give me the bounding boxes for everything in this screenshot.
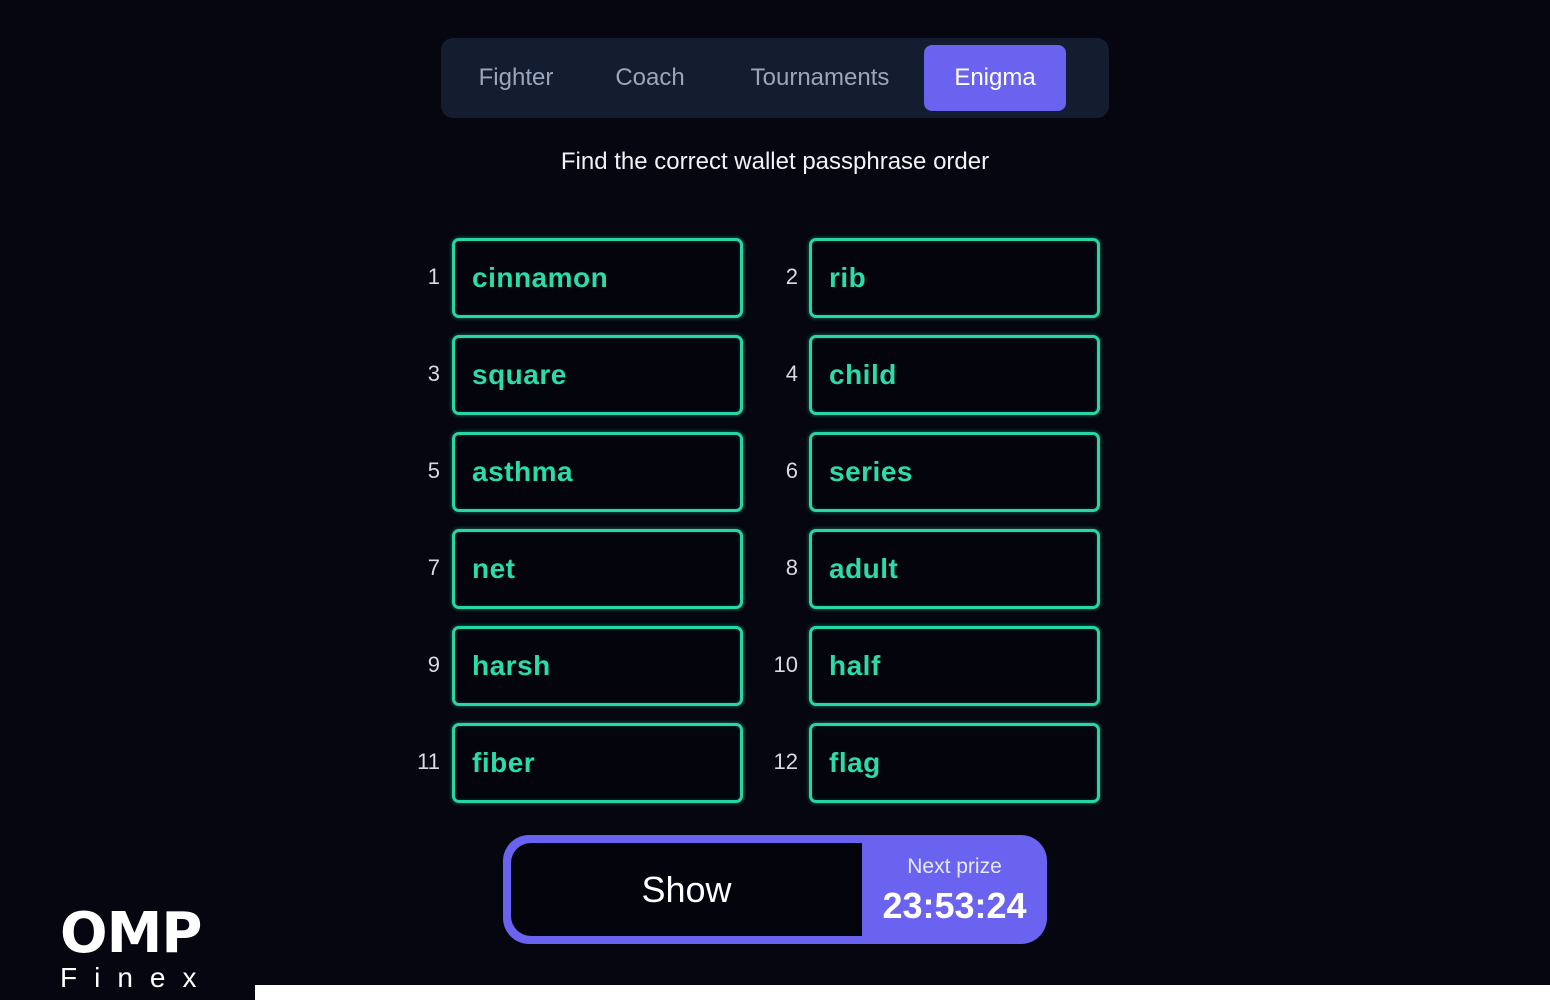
word-text: series bbox=[829, 456, 913, 487]
tab-fighter[interactable]: Fighter bbox=[449, 45, 583, 111]
word-text: adult bbox=[829, 553, 899, 584]
word-number: 2 bbox=[785, 264, 798, 289]
word-number: 7 bbox=[427, 555, 440, 580]
word-slot[interactable]: child bbox=[809, 335, 1100, 415]
logo-name: Finex bbox=[60, 962, 214, 993]
word-slot[interactable]: harsh bbox=[452, 626, 743, 706]
word-number: 5 bbox=[427, 458, 440, 483]
word-slot[interactable]: fiber bbox=[452, 723, 743, 803]
word-slot[interactable]: series bbox=[809, 432, 1100, 512]
word-text: fiber bbox=[472, 747, 536, 778]
show-button[interactable]: Show bbox=[511, 843, 862, 936]
word-text: square bbox=[472, 359, 567, 390]
next-prize-timer: 23:53:24 bbox=[882, 885, 1027, 926]
word-text: child bbox=[829, 359, 897, 390]
word-number: 10 bbox=[773, 652, 798, 677]
tab-tournaments[interactable]: Tournaments bbox=[721, 45, 919, 111]
word-text: cinnamon bbox=[472, 262, 609, 293]
word-number: 4 bbox=[785, 361, 798, 386]
omp-finex-logo: OMP Finex bbox=[60, 905, 220, 993]
word-slot[interactable]: cinnamon bbox=[452, 238, 743, 318]
word-number: 3 bbox=[427, 361, 440, 386]
logo-mark: OMP bbox=[60, 901, 202, 966]
page-subtitle: Find the correct wallet passphrase order bbox=[560, 148, 990, 175]
word-text: asthma bbox=[472, 456, 574, 487]
word-number: 12 bbox=[773, 749, 798, 774]
tab-enigma[interactable]: Enigma bbox=[924, 45, 1066, 111]
page: Fighter Coach Tournaments Enigma Find th… bbox=[0, 0, 1550, 1000]
word-number: 9 bbox=[427, 652, 440, 677]
word-text: half bbox=[829, 650, 881, 681]
bottom-strip bbox=[255, 985, 1550, 1000]
next-prize-label: Next prize bbox=[907, 855, 1002, 878]
word-slot[interactable]: rib bbox=[809, 238, 1100, 318]
tab-bar: Fighter Coach Tournaments Enigma bbox=[441, 38, 1109, 118]
tab-coach[interactable]: Coach bbox=[589, 45, 711, 111]
word-text: net bbox=[472, 553, 516, 584]
word-text: rib bbox=[829, 262, 867, 293]
word-number: 6 bbox=[785, 458, 798, 483]
word-text: harsh bbox=[472, 650, 551, 681]
word-text: flag bbox=[829, 747, 881, 778]
word-slot[interactable]: adult bbox=[809, 529, 1100, 609]
word-slot[interactable]: asthma bbox=[452, 432, 743, 512]
word-slot[interactable]: net bbox=[452, 529, 743, 609]
word-slot[interactable]: flag bbox=[809, 723, 1100, 803]
show-prize-panel: Show Next prize 23:53:24 bbox=[503, 835, 1047, 944]
word-number: 8 bbox=[785, 555, 798, 580]
word-number: 1 bbox=[427, 264, 440, 289]
word-slot[interactable]: square bbox=[452, 335, 743, 415]
word-number: 11 bbox=[417, 749, 440, 774]
word-slot[interactable]: half bbox=[809, 626, 1100, 706]
